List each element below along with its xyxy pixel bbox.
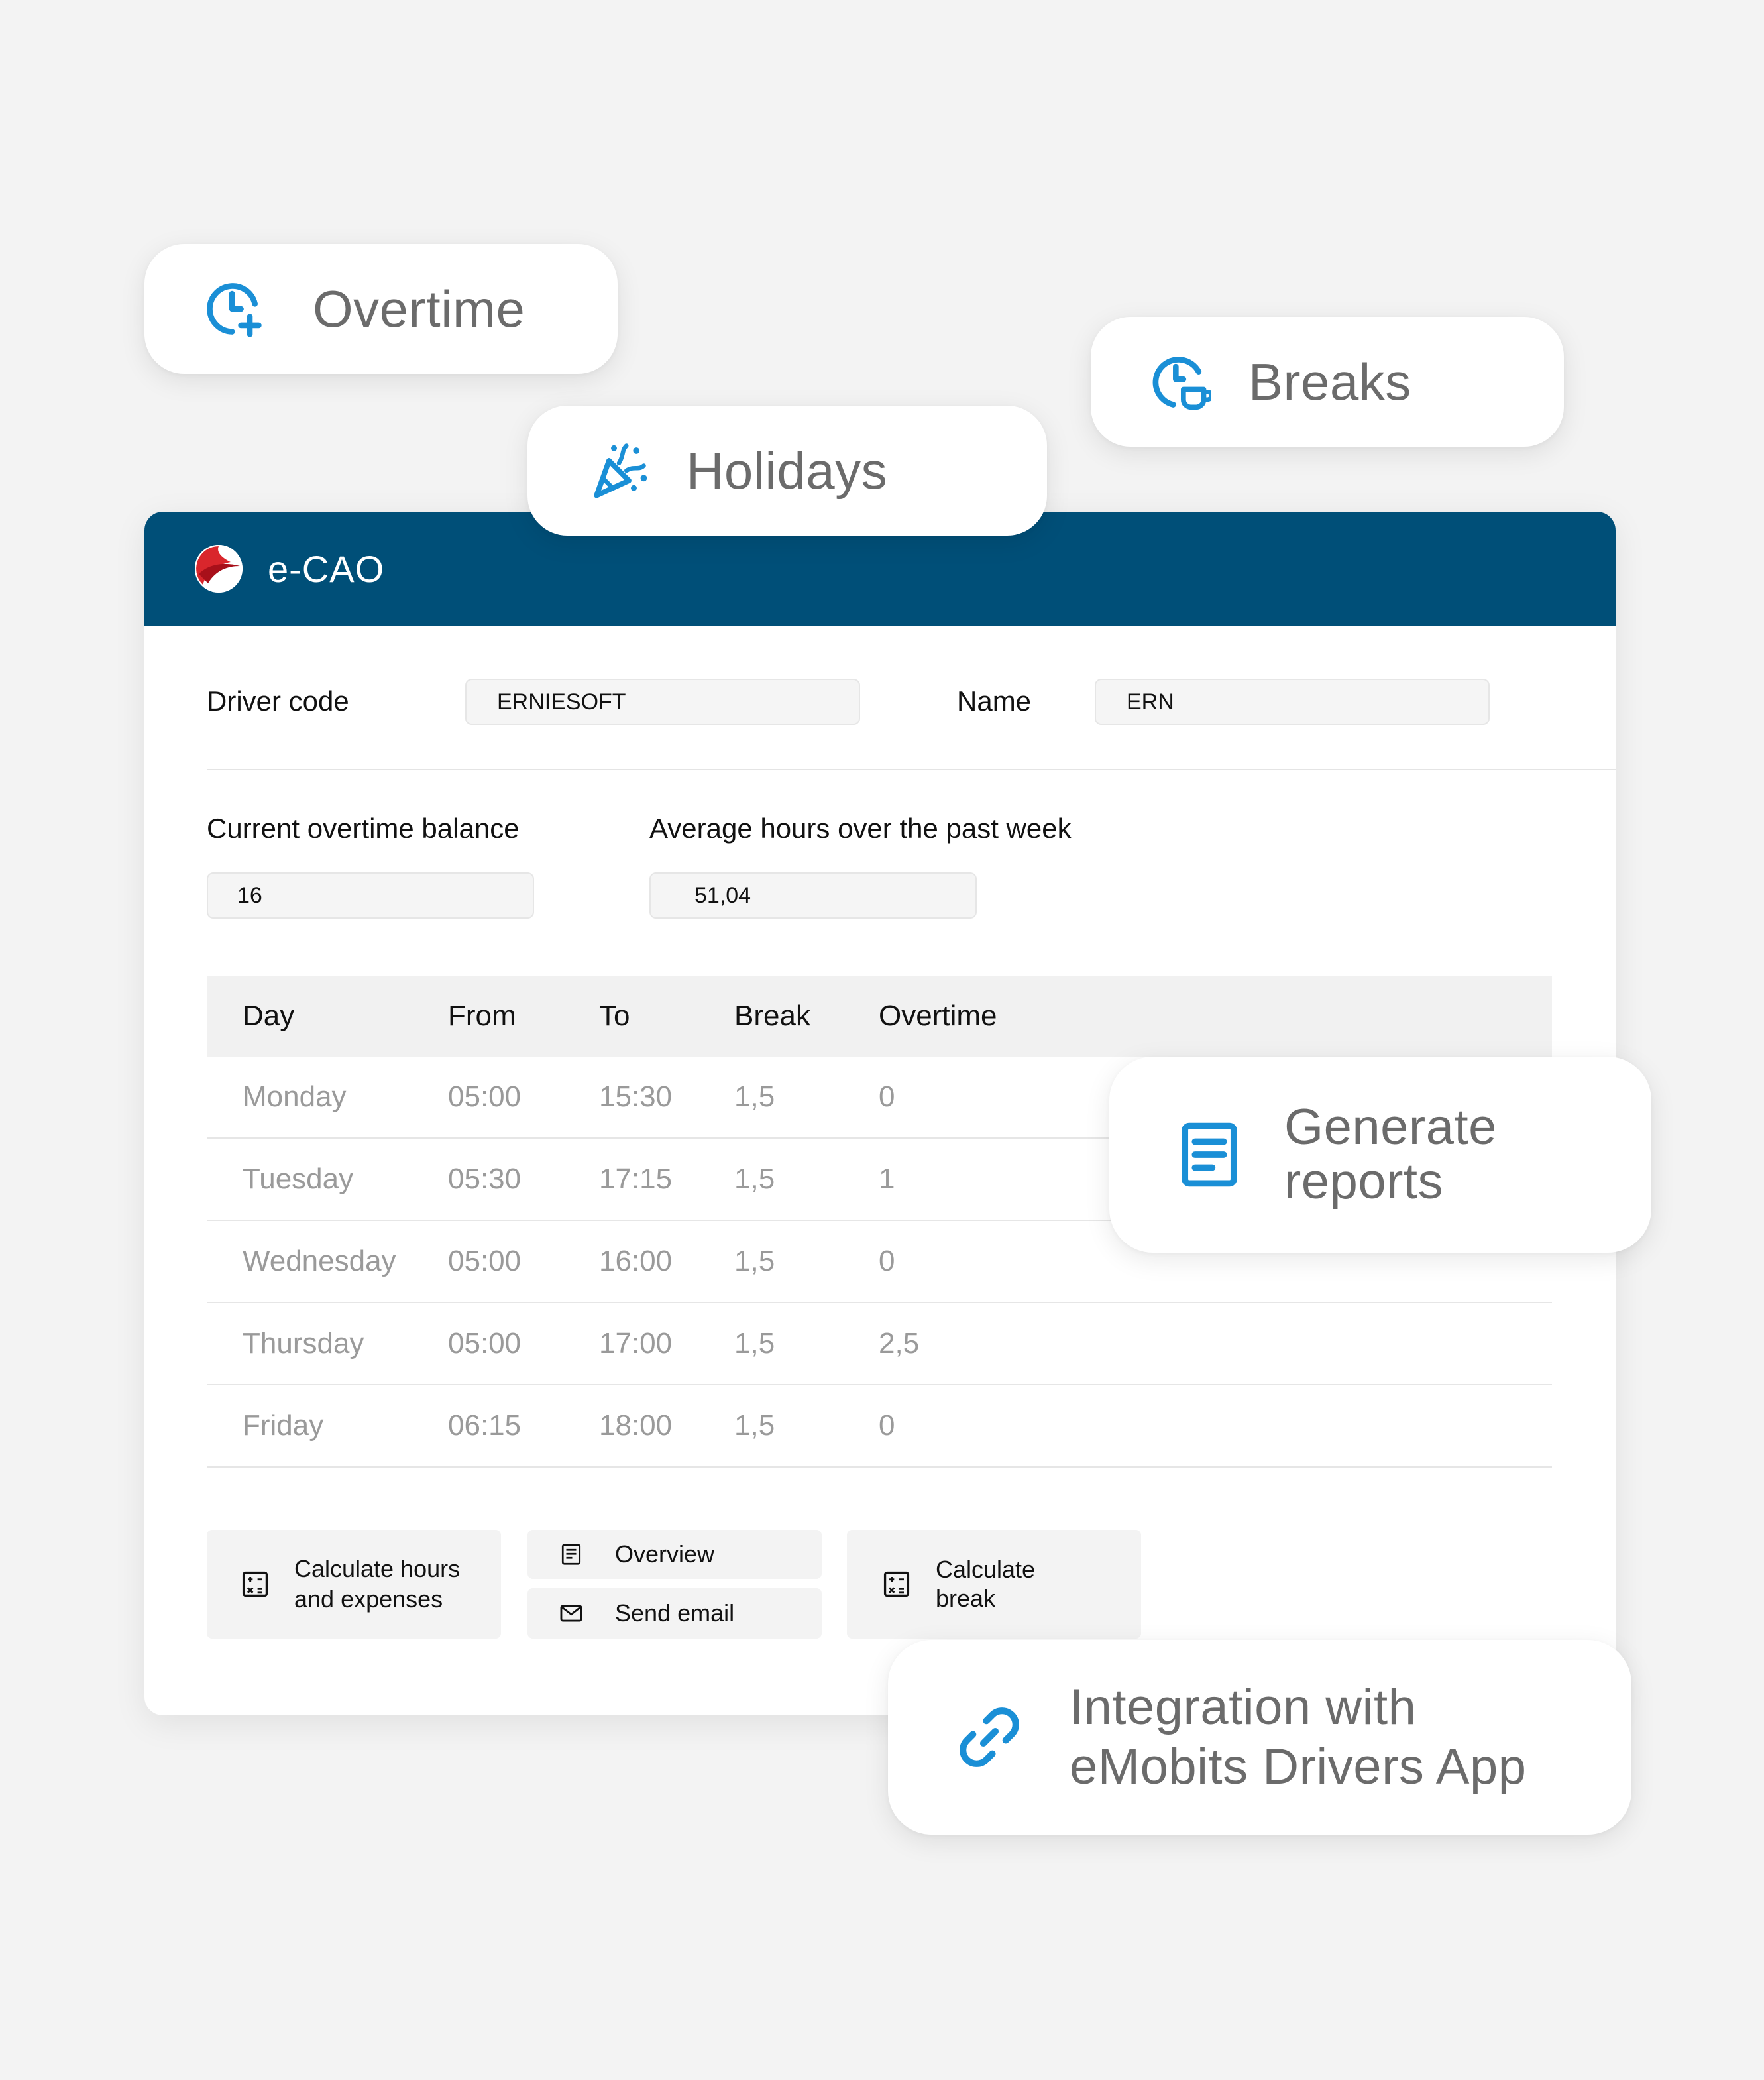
send-email-button[interactable]: Send email (527, 1588, 822, 1639)
cell-to: 18:00 (599, 1409, 673, 1442)
cell-break: 1,5 (734, 1080, 775, 1113)
app-title: e-CAO (268, 548, 385, 590)
cell-break: 1,5 (734, 1245, 775, 1277)
cell-from: 05:30 (448, 1163, 522, 1195)
integration-label: Integration with eMobits Drivers App (1070, 1679, 1527, 1795)
breaks-badge: Breaks (1091, 317, 1564, 447)
overtime-balance-label: Current overtime balance (207, 813, 520, 844)
cell-overtime: 1 (879, 1163, 895, 1195)
header-to: To (599, 1000, 630, 1032)
document-icon (558, 1542, 584, 1566)
avg-hours-field[interactable] (649, 872, 977, 919)
generate-reports-badge: Generate reports (1109, 1057, 1651, 1253)
name-field[interactable] (1095, 679, 1490, 725)
holidays-badge-label: Holidays (687, 441, 888, 500)
link-icon (952, 1700, 1027, 1775)
cell-from: 05:00 (448, 1080, 522, 1113)
header-day: Day (243, 1000, 295, 1032)
cell-break: 1,5 (734, 1163, 775, 1195)
cell-break: 1,5 (734, 1327, 775, 1359)
header-from: From (448, 1000, 516, 1032)
clock-plus-icon (201, 276, 268, 342)
send-email-label: Send email (615, 1599, 735, 1627)
header-break: Break (734, 1000, 810, 1032)
driver-code-field[interactable] (465, 679, 860, 725)
cell-overtime: 0 (879, 1080, 895, 1113)
cell-from: 05:00 (448, 1327, 522, 1359)
header-overtime: Overtime (879, 1000, 997, 1032)
party-popper-icon (586, 437, 652, 504)
cell-day: Wednesday (243, 1245, 396, 1277)
cell-to: 16:00 (599, 1245, 673, 1277)
cell-to: 17:15 (599, 1163, 673, 1195)
cell-overtime: 2,5 (879, 1327, 920, 1359)
calculate-hours-label: Calculate hours and expenses (294, 1555, 461, 1613)
overtime-balance-field[interactable] (207, 872, 534, 919)
name-label: Name (957, 685, 1032, 717)
calculator-icon (240, 1570, 270, 1599)
cell-overtime: 0 (879, 1409, 895, 1442)
document-lines-icon (1173, 1118, 1246, 1191)
calculator-icon (881, 1570, 912, 1599)
cell-to: 17:00 (599, 1327, 673, 1359)
calculate-hours-button[interactable]: Calculate hours and expenses (207, 1530, 501, 1639)
calculate-break-button[interactable]: Calculate break (847, 1530, 1141, 1639)
overtime-badge: Overtime (144, 244, 618, 374)
integration-badge: Integration with eMobits Drivers App (888, 1640, 1631, 1835)
table-row: Thursday 05:00 17:00 1,5 2,5 (207, 1303, 1552, 1385)
form-divider (207, 769, 1616, 770)
cell-from: 05:00 (448, 1245, 522, 1277)
breaks-badge-label: Breaks (1248, 352, 1411, 411)
cell-day: Thursday (243, 1327, 364, 1359)
cell-from: 06:15 (448, 1409, 522, 1442)
driver-code-label: Driver code (207, 685, 349, 717)
envelope-icon (558, 1601, 584, 1626)
cell-day: Monday (243, 1080, 347, 1113)
generate-reports-label: Generate reports (1284, 1099, 1497, 1210)
cell-overtime: 0 (879, 1245, 895, 1277)
cell-day: Tuesday (243, 1163, 354, 1195)
table-header: Day From To Break Overtime (207, 976, 1552, 1057)
holidays-badge: Holidays (527, 406, 1047, 536)
overtime-badge-label: Overtime (313, 279, 525, 338)
overview-button[interactable]: Overview (527, 1530, 822, 1579)
ecao-logo-icon (193, 544, 244, 594)
calculate-break-label: Calculate break (936, 1556, 1036, 1612)
cell-break: 1,5 (734, 1409, 775, 1442)
avg-hours-label: Average hours over the past week (649, 813, 1072, 844)
cell-to: 15:30 (599, 1080, 673, 1113)
overview-label: Overview (615, 1540, 715, 1568)
cell-day: Friday (243, 1409, 324, 1442)
table-row: Friday 06:15 18:00 1,5 0 (207, 1385, 1552, 1468)
clock-cup-icon (1148, 349, 1214, 415)
